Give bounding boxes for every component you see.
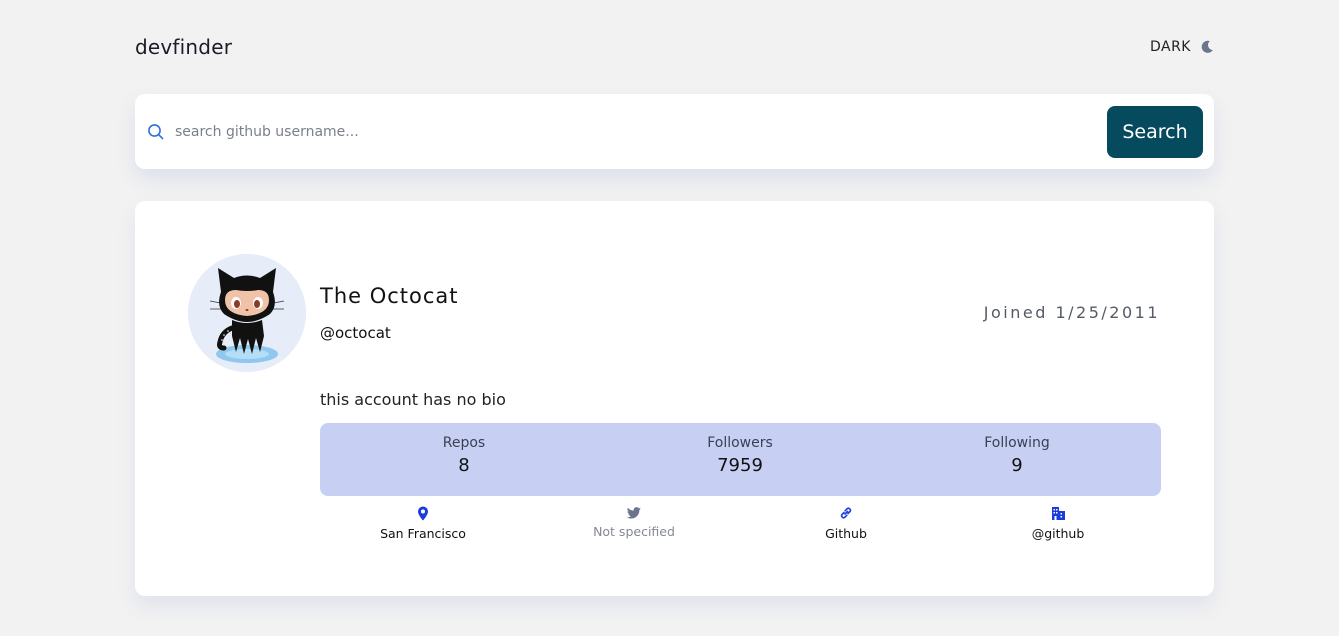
link-twitter: Not specified: [554, 505, 714, 539]
profile-card: The Octocat @octocat Joined 1/25/2011 th…: [135, 201, 1214, 596]
stat-label: Repos: [442, 435, 486, 451]
search-icon: [147, 123, 165, 141]
stat-followers: Followers 7959: [640, 435, 840, 476]
moon-icon: [1200, 40, 1214, 54]
link-location-text: San Francisco: [380, 526, 466, 541]
profile-login[interactable]: @octocat: [320, 324, 391, 342]
location-pin-icon: [417, 505, 429, 521]
stat-value: 7959: [717, 455, 763, 476]
link-blog-text[interactable]: Github: [825, 526, 867, 541]
header: devfinder DARK: [135, 33, 1214, 61]
app-logo: devfinder: [135, 35, 233, 59]
search-button[interactable]: Search: [1107, 105, 1203, 158]
stat-following: Following 9: [917, 435, 1117, 476]
link-blog[interactable]: Github: [766, 505, 926, 541]
link-location: San Francisco: [343, 505, 503, 541]
avatar: [188, 254, 306, 372]
devfinder-app: devfinder DARK Search: [0, 0, 1339, 636]
search-bar: Search: [135, 94, 1214, 169]
stat-label: Following: [984, 435, 1050, 451]
link-company-text[interactable]: @github: [1032, 526, 1085, 541]
building-icon: [1051, 505, 1066, 521]
profile-name: The Octocat: [320, 284, 459, 308]
link-twitter-text: Not specified: [593, 524, 675, 539]
profile-bio: this account has no bio: [320, 390, 506, 409]
joined-date: Joined 1/25/2011: [983, 303, 1160, 322]
stat-repos: Repos 8: [364, 435, 564, 476]
stat-value: 9: [1011, 455, 1023, 476]
profile-links: San Francisco Not specified Github @gith…: [320, 505, 1161, 545]
link-company[interactable]: @github: [978, 505, 1138, 541]
search-input[interactable]: [175, 111, 1107, 152]
stat-label: Followers: [707, 435, 773, 451]
theme-toggle-button[interactable]: DARK: [1150, 39, 1214, 55]
stat-value: 8: [458, 455, 470, 476]
octocat-avatar-image: [188, 254, 306, 372]
theme-toggle-label: DARK: [1149, 39, 1191, 55]
twitter-icon: [627, 505, 641, 521]
link-icon: [839, 505, 853, 521]
stats-panel: Repos 8 Followers 7959 Following 9: [320, 423, 1161, 496]
